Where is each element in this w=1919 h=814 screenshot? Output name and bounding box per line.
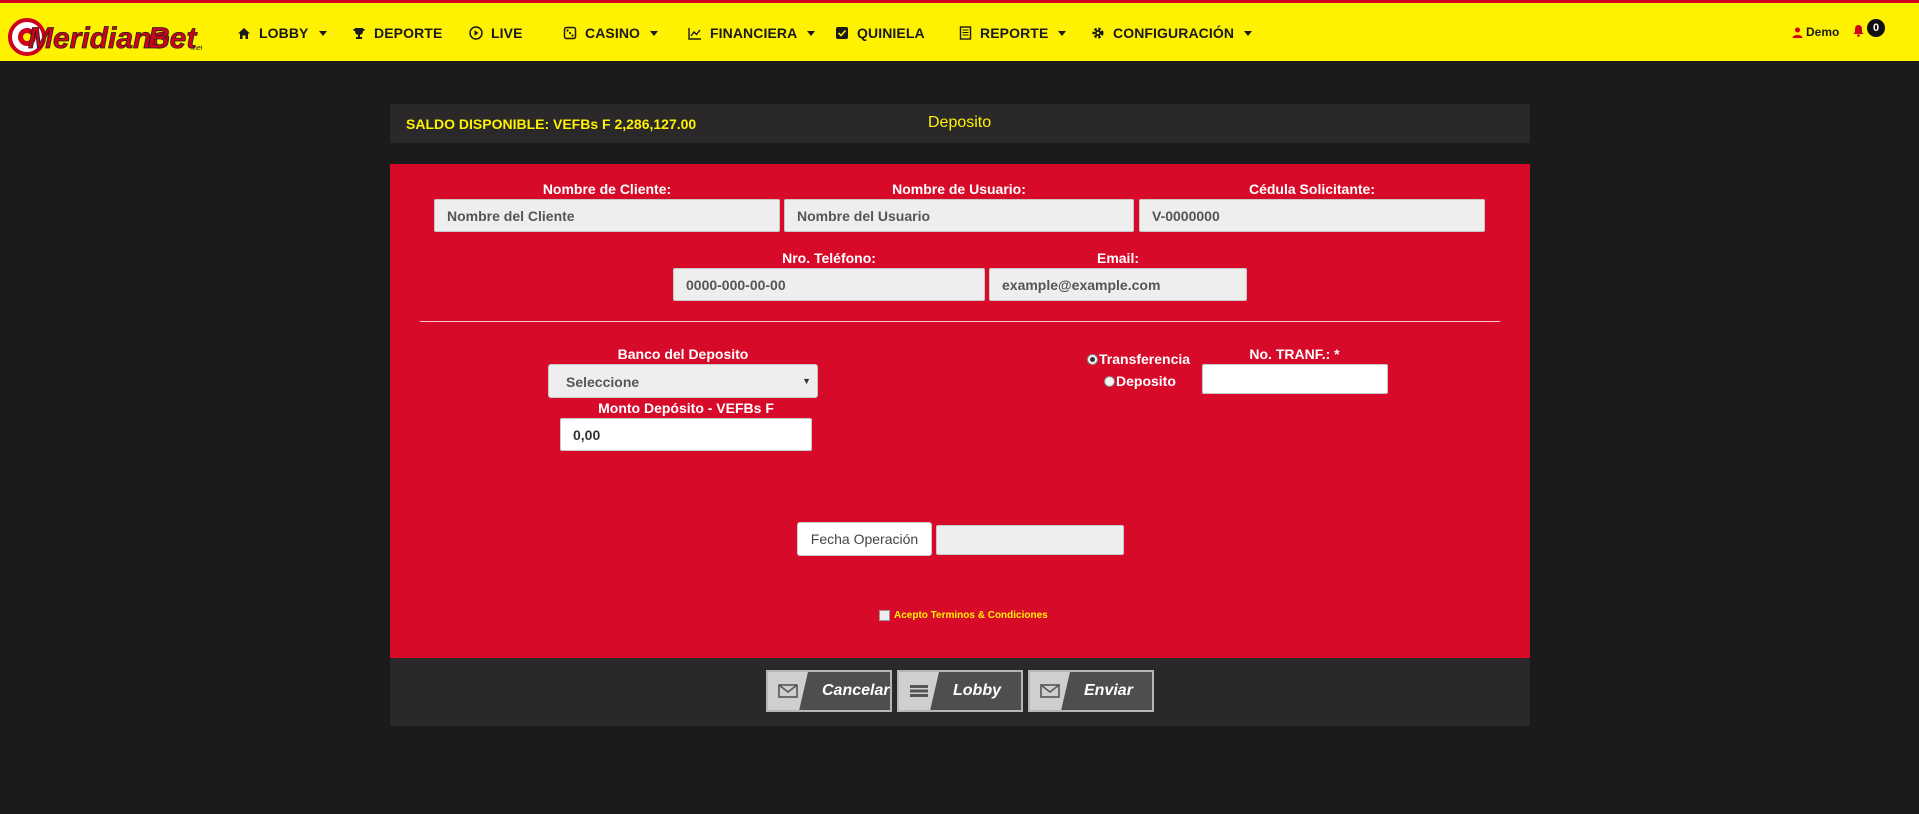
- balance-header: SALDO DISPONIBLE: VEFBs F 2,286,127.00 D…: [390, 104, 1530, 143]
- bell-icon: [1852, 24, 1865, 37]
- nav-financiera[interactable]: FINANCIERA: [687, 22, 816, 44]
- page-title: Deposito: [928, 114, 992, 131]
- envelope-icon: [768, 672, 808, 710]
- cliente-label: Nombre de Cliente:: [542, 181, 672, 197]
- line-chart-icon: [687, 25, 703, 41]
- fecha-operacion-button[interactable]: Fecha Operación: [797, 522, 932, 556]
- gear-icon: [1090, 25, 1106, 41]
- banco-select[interactable]: Seleccione ▼: [548, 364, 818, 398]
- monto-field[interactable]: [560, 418, 812, 451]
- nav-quiniela[interactable]: QUINIELA: [834, 22, 925, 44]
- chevron-down-icon: [318, 30, 327, 36]
- document-icon: [957, 25, 973, 41]
- tranf-label: No. TRANF.: *: [1249, 346, 1340, 362]
- nav-financiera-label: FINANCIERA: [710, 25, 798, 41]
- radio-transferencia-label: Transferencia: [1099, 351, 1191, 367]
- action-bar: Cancelar Lobby Enviar: [390, 658, 1530, 726]
- nav-deporte-label: DEPORTE: [374, 25, 443, 41]
- deposit-form: Nombre de Cliente: Nombre de Usuario: Cé…: [390, 164, 1530, 658]
- nav-configuracion-label: CONFIGURACIÓN: [1113, 25, 1235, 41]
- nav-reporte-label: REPORTE: [980, 25, 1049, 41]
- banco-selected-value: Seleccione: [566, 374, 640, 390]
- cliente-field[interactable]: [434, 199, 780, 232]
- user-name: Demo: [1806, 25, 1840, 39]
- terms-label[interactable]: Acepto Terminos & Condiciones: [894, 610, 1048, 621]
- terms-checkbox[interactable]: [879, 610, 890, 621]
- email-label: Email:: [1096, 250, 1139, 266]
- home-icon: [236, 25, 252, 41]
- top-navbar: Meridiano Bet .net LOBBY DEPORTE LIVE CA…: [0, 0, 1919, 61]
- notifications-button[interactable]: 0: [1852, 19, 1885, 37]
- tranf-field[interactable]: [1202, 364, 1388, 394]
- nav-configuracion[interactable]: CONFIGURACIÓN: [1090, 22, 1253, 44]
- trophy-icon: [351, 25, 367, 41]
- email-field[interactable]: [989, 268, 1247, 301]
- fecha-operacion-label: Fecha Operación: [810, 531, 919, 547]
- chevron-down-icon: [1058, 30, 1067, 36]
- chevron-down-icon: [807, 30, 816, 36]
- monto-label: Monto Depósito - VEFBs F: [598, 400, 774, 416]
- meridianobet-logo[interactable]: Meridiano Bet .net: [6, 6, 203, 60]
- nav-casino-label: CASINO: [585, 25, 641, 41]
- radio-deposito[interactable]: Deposito: [1104, 373, 1176, 389]
- nav-live[interactable]: LIVE: [468, 22, 523, 44]
- radio-transferencia[interactable]: Transferencia: [1087, 351, 1190, 367]
- form-divider: [420, 321, 1500, 322]
- nav-casino[interactable]: CASINO: [562, 22, 659, 44]
- usuario-label: Nombre de Usuario:: [892, 181, 1026, 197]
- nav-live-label: LIVE: [491, 25, 523, 41]
- nav-reporte[interactable]: REPORTE: [957, 22, 1067, 44]
- radio-button[interactable]: [1104, 375, 1115, 387]
- enviar-button-label: Enviar: [1084, 682, 1133, 699]
- chevron-down-icon: ▼: [802, 376, 811, 386]
- terms-checkbox-row[interactable]: Acepto Terminos & Condiciones: [879, 610, 1048, 621]
- cancel-button-label: Cancelar: [822, 682, 890, 699]
- chevron-down-icon: [650, 30, 659, 36]
- fecha-operacion-field[interactable]: [936, 525, 1124, 555]
- notification-count-badge: 0: [1867, 19, 1885, 37]
- usuario-field[interactable]: [784, 199, 1134, 232]
- available-balance: SALDO DISPONIBLE: VEFBs F 2,286,127.00: [406, 116, 697, 132]
- lobby-button-label: Lobby: [953, 682, 1001, 699]
- svg-text:.net: .net: [191, 45, 202, 52]
- nav-deporte[interactable]: DEPORTE: [351, 22, 442, 44]
- user-menu[interactable]: Demo: [1792, 25, 1839, 39]
- user-icon: [1792, 27, 1803, 38]
- list-icon: [899, 672, 939, 710]
- play-circle-icon: [468, 25, 484, 41]
- checkbox-icon: [834, 25, 850, 41]
- enviar-button[interactable]: Enviar: [1028, 670, 1154, 712]
- envelope-icon: [1030, 672, 1070, 710]
- lobby-button[interactable]: Lobby: [897, 670, 1023, 712]
- radio-deposito-label: Deposito: [1116, 373, 1176, 389]
- radio-button-selected[interactable]: [1087, 353, 1098, 365]
- chevron-down-icon: [1244, 30, 1253, 36]
- cedula-label: Cédula Solicitante:: [1248, 181, 1376, 197]
- telefono-label: Nro. Teléfono:: [782, 250, 876, 266]
- banco-label: Banco del Deposito: [617, 346, 749, 362]
- cedula-field[interactable]: [1139, 199, 1485, 232]
- cancel-button[interactable]: Cancelar: [766, 670, 892, 712]
- nav-lobby-label: LOBBY: [259, 25, 309, 41]
- nav-quiniela-label: QUINIELA: [857, 25, 925, 41]
- telefono-field[interactable]: [673, 268, 985, 301]
- dice-icon: [562, 25, 578, 41]
- nav-lobby[interactable]: LOBBY: [236, 22, 327, 44]
